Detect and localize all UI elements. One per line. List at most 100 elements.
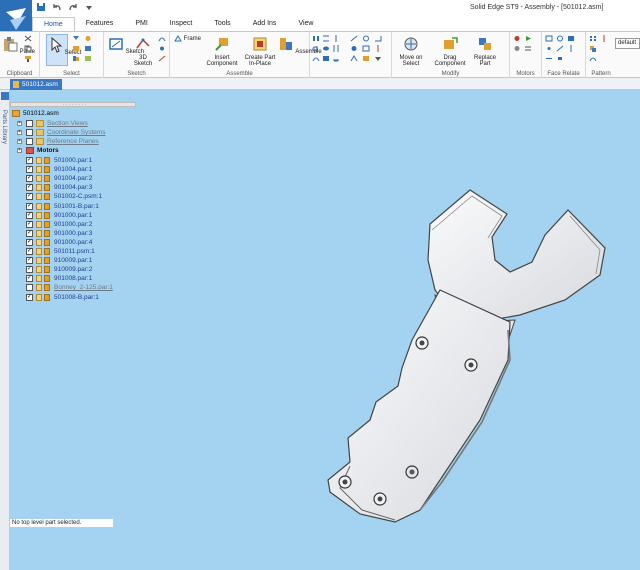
3d-sketch-button[interactable]: 3D Sketch [132, 36, 154, 67]
part-visibility-checkbox[interactable]: ✓ [26, 184, 33, 192]
tree-checkbox[interactable] [26, 138, 33, 145]
part-visibility-checkbox[interactable]: ✓ [26, 157, 33, 164]
planar-align-icon[interactable] [322, 35, 330, 42]
screw-1[interactable] [415, 336, 429, 350]
copy-icon[interactable] [24, 45, 32, 52]
sketch-button[interactable]: Sketch [108, 36, 144, 55]
part-visibility-checkbox[interactable]: ✓ [26, 220, 33, 228]
part-visibility-checkbox[interactable]: ✓ [26, 193, 33, 201]
part-visibility-checkbox[interactable]: ✓ [26, 166, 33, 174]
face-relate-perpendicular-icon[interactable] [567, 35, 575, 42]
select-filter-icon[interactable] [72, 35, 80, 42]
part-visibility-checkbox[interactable]: ✓ [26, 202, 33, 210]
face-relate-coplanar-icon[interactable] [545, 35, 553, 42]
axial-align-icon[interactable] [332, 35, 340, 42]
select-tools-icon[interactable] [72, 45, 80, 52]
part-visibility-checkbox[interactable]: ✓ [26, 266, 33, 274]
suppress-icon[interactable] [362, 55, 370, 62]
wrench-model[interactable] [10, 90, 640, 570]
style-combo[interactable]: default [615, 38, 640, 49]
angle-icon[interactable] [374, 35, 382, 42]
motor-list-icon[interactable] [524, 45, 532, 52]
sketch-point-icon[interactable] [158, 45, 166, 52]
tab-view[interactable]: View [287, 17, 324, 31]
graphics-viewport[interactable] [10, 90, 640, 570]
part-visibility-checkbox[interactable]: ✓ [26, 257, 33, 265]
along-curve-icon[interactable] [589, 55, 597, 62]
part-visibility-checkbox[interactable] [26, 284, 33, 292]
tab-pmi[interactable]: PMI [124, 17, 158, 31]
pattern-icon[interactable] [589, 35, 597, 42]
pathfinder-splitter[interactable]: · · · · · · · · [10, 102, 136, 108]
rigid-set-icon[interactable] [322, 55, 330, 62]
path-icon[interactable] [312, 55, 320, 62]
part-visibility-checkbox[interactable]: ✓ [26, 275, 33, 283]
insert-relation-icon[interactable] [350, 35, 358, 42]
tangent-icon[interactable] [312, 45, 320, 52]
expand-icon[interactable]: + [17, 139, 22, 144]
save-icon[interactable] [36, 2, 46, 12]
assemble-button[interactable]: Assemble [278, 36, 322, 55]
paste-button[interactable]: Paste [2, 36, 35, 55]
face-relate-rigid-icon[interactable] [556, 55, 564, 62]
tree-checkbox[interactable] [26, 129, 33, 136]
expand-icon[interactable]: + [17, 148, 22, 153]
sketch-curve-icon[interactable] [158, 35, 166, 42]
gear-relation-icon[interactable] [350, 45, 358, 52]
select-manager-icon[interactable] [72, 55, 80, 62]
mate-icon[interactable] [312, 35, 320, 42]
tab-features[interactable]: Features [75, 17, 125, 31]
face-relate-parallel-icon[interactable] [556, 35, 564, 42]
relationship-assistant-icon[interactable] [350, 55, 358, 62]
part-visibility-checkbox[interactable]: ✓ [26, 248, 33, 255]
match-coordinate-icon[interactable] [362, 45, 370, 52]
face-relate-tangent-icon[interactable] [556, 45, 564, 52]
redo-icon[interactable] [68, 2, 78, 12]
create-part-in-place-button[interactable]: Create Part In-Place [242, 36, 278, 67]
parts-library-strip[interactable]: Parts Library [0, 90, 10, 570]
duplicate-icon[interactable] [589, 45, 597, 52]
undo-icon[interactable] [52, 2, 62, 12]
screw-4[interactable] [373, 492, 387, 506]
show-only-icon[interactable] [84, 55, 92, 62]
motor-icon[interactable] [513, 35, 521, 42]
cut-icon[interactable] [24, 35, 32, 42]
screw-2[interactable] [464, 358, 478, 372]
tree-checkbox[interactable] [26, 120, 33, 127]
select-button[interactable]: Select [46, 34, 81, 66]
drag-component-button[interactable]: Drag Component [430, 36, 470, 67]
format-painter-icon[interactable] [24, 55, 32, 62]
part-visibility-checkbox[interactable]: ✓ [26, 238, 33, 246]
motor-settings-icon[interactable] [513, 45, 521, 52]
connect-icon[interactable] [362, 35, 370, 42]
show-all-icon[interactable] [84, 35, 92, 42]
part-visibility-checkbox[interactable]: ✓ [26, 229, 33, 237]
tab-add-ins[interactable]: Add Ins [242, 17, 288, 31]
mirror-icon[interactable] [600, 35, 608, 42]
insert-component-button[interactable]: Insert Component [204, 36, 240, 67]
ground-icon[interactable] [332, 55, 340, 62]
customize-dropdown-icon[interactable] [84, 2, 94, 12]
face-relate-concentric-icon[interactable] [545, 45, 553, 52]
screw-3[interactable] [338, 475, 352, 489]
relations-dropdown-icon[interactable] [374, 55, 382, 62]
expand-icon[interactable]: + [17, 121, 22, 126]
tab-tools[interactable]: Tools [203, 17, 241, 31]
document-tab[interactable]: 501012.asm [10, 79, 62, 90]
part-visibility-checkbox[interactable]: ✓ [26, 293, 33, 301]
simulate-motor-icon[interactable] [524, 35, 532, 42]
cam-icon[interactable] [322, 45, 330, 52]
part-visibility-checkbox[interactable]: ✓ [26, 175, 33, 183]
hide-icon[interactable] [84, 45, 92, 52]
face-relate-symmetric-icon[interactable] [567, 45, 575, 52]
parallel-icon[interactable] [332, 45, 340, 52]
replace-part-button[interactable]: Replace Part [470, 36, 500, 67]
tab-home[interactable]: Home [32, 17, 75, 31]
frame-button[interactable]: Frame [174, 35, 201, 42]
expand-icon[interactable]: + [17, 130, 22, 135]
part-visibility-checkbox[interactable]: ✓ [26, 211, 33, 219]
sketch-project-icon[interactable] [158, 55, 166, 62]
center-plane-icon[interactable] [374, 45, 382, 52]
face-relate-aligned-icon[interactable] [545, 55, 553, 62]
screw-5[interactable] [405, 465, 419, 479]
